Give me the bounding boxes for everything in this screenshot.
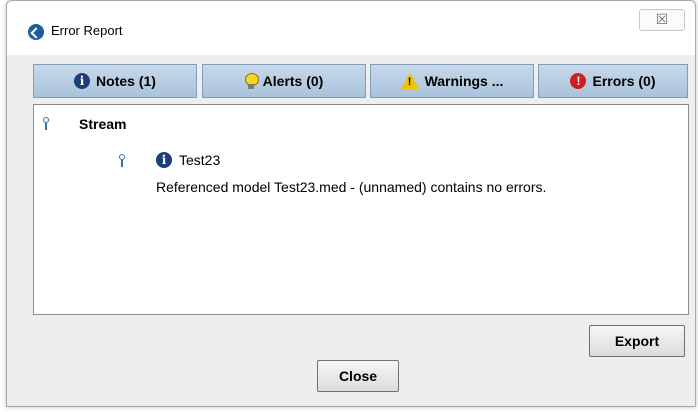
app-logo-icon: [28, 24, 44, 40]
error-report-dialog: Error Report ☒ i Notes (1) Alerts (0) ! …: [6, 0, 696, 407]
tab-errors[interactable]: ! Errors (0): [538, 64, 688, 98]
tab-alerts-label: Alerts (0): [262, 73, 324, 89]
error-icon: !: [570, 73, 587, 89]
tab-warnings-label: Warnings ...: [424, 73, 504, 89]
tab-warnings[interactable]: ! Warnings ...: [370, 64, 534, 98]
export-button[interactable]: Export: [589, 325, 685, 357]
window-title: Error Report: [51, 23, 123, 38]
lightbulb-icon: [244, 73, 259, 89]
window-close-button[interactable]: ☒: [639, 9, 685, 31]
info-icon: i: [156, 152, 172, 168]
tree-node-pin-icon[interactable]: [42, 117, 50, 131]
warning-icon: !: [400, 73, 419, 89]
tab-notes[interactable]: i Notes (1): [33, 64, 197, 98]
tab-alerts[interactable]: Alerts (0): [202, 64, 366, 98]
filter-tabs: i Notes (1) Alerts (0) ! Warnings ... ! …: [33, 64, 693, 98]
tree-child-item[interactable]: i Test23: [156, 152, 220, 168]
tree-root-label[interactable]: Stream: [79, 116, 126, 132]
info-icon: i: [74, 73, 91, 89]
report-tree-panel[interactable]: Stream i Test23 Referenced model Test23.…: [33, 104, 689, 315]
tree-child-message: Referenced model Test23.med - (unnamed) …: [156, 179, 547, 195]
tree-node-pin-icon[interactable]: [118, 154, 126, 168]
close-button[interactable]: Close: [317, 360, 399, 392]
tab-notes-label: Notes (1): [96, 73, 156, 89]
tree-child-label: Test23: [179, 152, 221, 168]
title-bar[interactable]: Error Report ☒: [7, 1, 695, 55]
tab-errors-label: Errors (0): [592, 73, 656, 89]
